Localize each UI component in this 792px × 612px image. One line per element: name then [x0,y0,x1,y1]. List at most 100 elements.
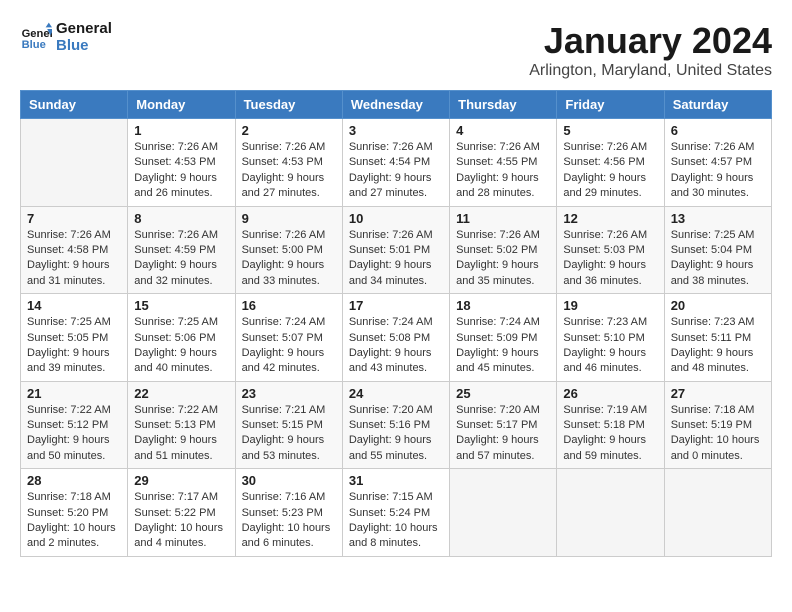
cell-info: Sunrise: 7:26 AM Sunset: 5:02 PM Dayligh… [456,228,550,290]
calendar-header-thursday: Thursday [450,91,557,119]
cell-info: Sunrise: 7:26 AM Sunset: 5:03 PM Dayligh… [563,228,657,290]
cell-day-number: 10 [349,211,443,226]
calendar-cell [450,469,557,557]
cell-day-number: 23 [242,386,336,401]
cell-day-number: 20 [671,298,765,313]
calendar-cell: 29 Sunrise: 7:17 AM Sunset: 5:22 PM Dayli… [128,469,235,557]
calendar-header-wednesday: Wednesday [342,91,449,119]
calendar-cell: 18 Sunrise: 7:24 AM Sunset: 5:09 PM Dayli… [450,294,557,382]
calendar-week-2: 7Sunrise: 7:26 AM Sunset: 4:58 PM Daylig… [21,206,772,294]
cell-day-number: 3 [349,123,443,138]
cell-day-number: 26 [563,386,657,401]
calendar-cell: 13 Sunrise: 7:25 AM Sunset: 5:04 PM Dayli… [664,206,771,294]
logo-line1: General [56,20,112,37]
cell-day-number: 27 [671,386,765,401]
logo-line2: Blue [56,37,112,54]
cell-day-number: 8 [134,211,228,226]
calendar-week-4: 21Sunrise: 7:22 AM Sunset: 5:12 PM Dayli… [21,381,772,469]
cell-day-number: 5 [563,123,657,138]
calendar-cell [557,469,664,557]
cell-day-number: 4 [456,123,550,138]
calendar-cell: 25 Sunrise: 7:20 AM Sunset: 5:17 PM Dayli… [450,381,557,469]
cell-info: Sunrise: 7:26 AM Sunset: 4:59 PM Dayligh… [134,228,228,290]
cell-info: Sunrise: 7:26 AM Sunset: 4:58 PM Dayligh… [27,228,121,290]
cell-day-number: 30 [242,473,336,488]
calendar-cell [21,119,128,207]
calendar-cell: 17 Sunrise: 7:24 AM Sunset: 5:08 PM Dayli… [342,294,449,382]
cell-day-number: 13 [671,211,765,226]
calendar-body: 1Sunrise: 7:26 AM Sunset: 4:53 PM Daylig… [21,119,772,557]
calendar-cell: 7Sunrise: 7:26 AM Sunset: 4:58 PM Daylig… [21,206,128,294]
calendar-cell: 1Sunrise: 7:26 AM Sunset: 4:53 PM Daylig… [128,119,235,207]
cell-info: Sunrise: 7:15 AM Sunset: 5:24 PM Dayligh… [349,490,443,552]
calendar-header-monday: Monday [128,91,235,119]
cell-day-number: 15 [134,298,228,313]
cell-info: Sunrise: 7:26 AM Sunset: 4:56 PM Dayligh… [563,140,657,202]
calendar-cell: 9 Sunrise: 7:26 AM Sunset: 5:00 PM Daylig… [235,206,342,294]
cell-info: Sunrise: 7:25 AM Sunset: 5:04 PM Dayligh… [671,228,765,290]
cell-info: Sunrise: 7:24 AM Sunset: 5:08 PM Dayligh… [349,315,443,377]
cell-day-number: 16 [242,298,336,313]
cell-info: Sunrise: 7:24 AM Sunset: 5:09 PM Dayligh… [456,315,550,377]
cell-info: Sunrise: 7:25 AM Sunset: 5:05 PM Dayligh… [27,315,121,377]
cell-day-number: 29 [134,473,228,488]
cell-info: Sunrise: 7:26 AM Sunset: 4:53 PM Dayligh… [242,140,336,202]
cell-day-number: 28 [27,473,121,488]
calendar-week-1: 1Sunrise: 7:26 AM Sunset: 4:53 PM Daylig… [21,119,772,207]
cell-info: Sunrise: 7:26 AM Sunset: 4:54 PM Dayligh… [349,140,443,202]
calendar-cell: 31 Sunrise: 7:15 AM Sunset: 5:24 PM Dayli… [342,469,449,557]
cell-info: Sunrise: 7:16 AM Sunset: 5:23 PM Dayligh… [242,490,336,552]
cell-info: Sunrise: 7:26 AM Sunset: 5:01 PM Dayligh… [349,228,443,290]
title-area: January 2024 Arlington, Maryland, United… [529,20,772,80]
cell-info: Sunrise: 7:23 AM Sunset: 5:10 PM Dayligh… [563,315,657,377]
cell-day-number: 22 [134,386,228,401]
calendar-cell: 12 Sunrise: 7:26 AM Sunset: 5:03 PM Dayli… [557,206,664,294]
cell-day-number: 18 [456,298,550,313]
calendar-cell: 10 Sunrise: 7:26 AM Sunset: 5:01 PM Dayli… [342,206,449,294]
cell-info: Sunrise: 7:24 AM Sunset: 5:07 PM Dayligh… [242,315,336,377]
calendar-subtitle: Arlington, Maryland, United States [529,62,772,80]
cell-day-number: 25 [456,386,550,401]
cell-day-number: 14 [27,298,121,313]
calendar-title: January 2024 [529,20,772,62]
calendar-cell: 28 Sunrise: 7:18 AM Sunset: 5:20 PM Dayli… [21,469,128,557]
cell-day-number: 9 [242,211,336,226]
calendar-cell: 26Sunrise: 7:19 AM Sunset: 5:18 PM Dayli… [557,381,664,469]
calendar-table: SundayMondayTuesdayWednesdayThursdayFrid… [20,90,772,557]
calendar-cell: 15 Sunrise: 7:25 AM Sunset: 5:06 PM Dayli… [128,294,235,382]
calendar-cell [664,469,771,557]
calendar-week-3: 14 Sunrise: 7:25 AM Sunset: 5:05 PM Dayli… [21,294,772,382]
calendar-header-tuesday: Tuesday [235,91,342,119]
calendar-cell: 4Sunrise: 7:26 AM Sunset: 4:55 PM Daylig… [450,119,557,207]
cell-info: Sunrise: 7:20 AM Sunset: 5:16 PM Dayligh… [349,403,443,465]
cell-day-number: 12 [563,211,657,226]
cell-info: Sunrise: 7:23 AM Sunset: 5:11 PM Dayligh… [671,315,765,377]
svg-text:General: General [22,28,52,40]
cell-info: Sunrise: 7:25 AM Sunset: 5:06 PM Dayligh… [134,315,228,377]
calendar-cell: 27 Sunrise: 7:18 AM Sunset: 5:19 PM Dayli… [664,381,771,469]
cell-day-number: 6 [671,123,765,138]
calendar-cell: 24 Sunrise: 7:20 AM Sunset: 5:16 PM Dayli… [342,381,449,469]
cell-info: Sunrise: 7:18 AM Sunset: 5:19 PM Dayligh… [671,403,765,465]
cell-info: Sunrise: 7:17 AM Sunset: 5:22 PM Dayligh… [134,490,228,552]
calendar-cell: 30 Sunrise: 7:16 AM Sunset: 5:23 PM Dayli… [235,469,342,557]
cell-info: Sunrise: 7:26 AM Sunset: 4:53 PM Dayligh… [134,140,228,202]
calendar-cell: 5 Sunrise: 7:26 AM Sunset: 4:56 PM Daylig… [557,119,664,207]
cell-info: Sunrise: 7:26 AM Sunset: 5:00 PM Dayligh… [242,228,336,290]
cell-day-number: 24 [349,386,443,401]
cell-day-number: 11 [456,211,550,226]
cell-info: Sunrise: 7:18 AM Sunset: 5:20 PM Dayligh… [27,490,121,552]
calendar-cell: 11 Sunrise: 7:26 AM Sunset: 5:02 PM Dayli… [450,206,557,294]
calendar-cell: 2Sunrise: 7:26 AM Sunset: 4:53 PM Daylig… [235,119,342,207]
calendar-cell: 20 Sunrise: 7:23 AM Sunset: 5:11 PM Dayli… [664,294,771,382]
calendar-cell: 23Sunrise: 7:21 AM Sunset: 5:15 PM Dayli… [235,381,342,469]
calendar-cell: 16 Sunrise: 7:24 AM Sunset: 5:07 PM Dayli… [235,294,342,382]
calendar-header-saturday: Saturday [664,91,771,119]
calendar-cell: 22 Sunrise: 7:22 AM Sunset: 5:13 PM Dayli… [128,381,235,469]
cell-info: Sunrise: 7:22 AM Sunset: 5:13 PM Dayligh… [134,403,228,465]
calendar-header-row: SundayMondayTuesdayWednesdayThursdayFrid… [21,91,772,119]
cell-info: Sunrise: 7:22 AM Sunset: 5:12 PM Dayligh… [27,403,121,465]
cell-day-number: 17 [349,298,443,313]
cell-info: Sunrise: 7:20 AM Sunset: 5:17 PM Dayligh… [456,403,550,465]
cell-day-number: 31 [349,473,443,488]
